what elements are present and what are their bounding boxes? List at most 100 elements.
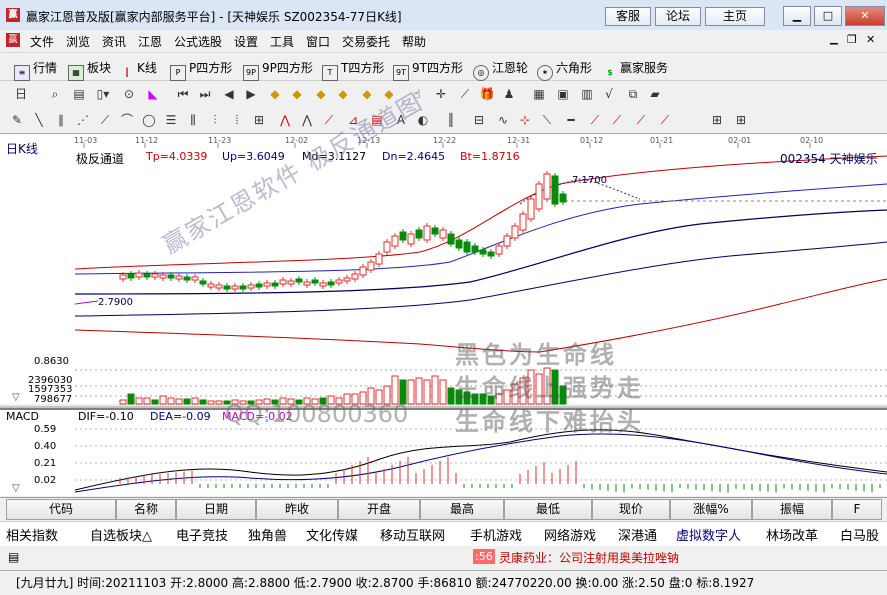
table-icon[interactable]: ⊟ [470,111,488,129]
fan-icon[interactable]: ⟋ [96,111,114,129]
func-p-square[interactable]: P P四方形 [170,59,232,81]
shift-left-icon[interactable]: ◆ [312,85,330,103]
layout-grid2-icon[interactable]: ⊞ [732,111,750,129]
save-icon[interactable]: ▥ [578,85,596,103]
ray-icon[interactable]: ╲ [30,111,48,129]
col-date[interactable]: 日期 [176,499,256,520]
sector-mobile-games[interactable]: 手机游戏 [470,525,522,544]
expand-icon[interactable]: ◆ [358,85,376,103]
menu-trade[interactable]: 交易委托 [342,33,390,50]
menu-news[interactable]: 资讯 [102,33,126,50]
network-icon[interactable]: ⧉ [624,85,642,103]
sector-unicorn[interactable]: 独角兽 [248,525,287,544]
minimize-button[interactable]: ▁ [783,6,811,26]
cross-lines-icon[interactable]: ⊹ [516,111,534,129]
menu-tools[interactable]: 工具 [270,33,294,50]
col-high[interactable]: 最高 [420,499,504,520]
sector-virtual-human[interactable]: 虚拟数字人 [676,525,741,544]
func-9p-square[interactable]: 9P 9P四方形 [243,59,313,81]
sector-online-games[interactable]: 网络游戏 [544,525,596,544]
grid-fan-icon[interactable]: ⋀ [298,111,316,129]
menu-formula[interactable]: 公式选股 [174,33,222,50]
parallel-icon[interactable]: ∥ [52,111,70,129]
mdi-minimize-button[interactable]: ▁ [830,34,838,45]
formula-icon[interactable]: √ [600,85,618,103]
hline-icon[interactable]: ━ [562,111,580,129]
pencil-icon[interactable]: ✎ [8,111,26,129]
gift-icon[interactable]: 🎁 [478,85,496,103]
func-hexagon[interactable]: ✶ 六角形 [537,59,592,81]
col-change[interactable]: 涨幅% [670,499,752,520]
col-low[interactable]: 最低 [504,499,592,520]
sector-forest-reform[interactable]: 林场改革 [766,525,818,544]
zoom-icon[interactable]: ⌕ [46,85,64,103]
menu-gann[interactable]: 江恩 [138,33,162,50]
trend2-icon[interactable]: ⟋ [608,111,626,129]
sector-custom[interactable]: 自选板块△ [90,525,152,544]
candle-select-icon[interactable]: ▯▾ [94,85,112,103]
func-9t-square[interactable]: 9T 9T四方形 [393,59,463,81]
col-open[interactable]: 开盘 [338,499,420,520]
sector-mobile-internet[interactable]: 移动互联网 [380,525,445,544]
calendar-icon[interactable]: ▦ [530,85,548,103]
func-t-square[interactable]: T T四方形 [322,59,384,81]
sector-esports[interactable]: 电子竞技 [176,525,228,544]
app-menu-icon[interactable]: 赢 [6,33,20,47]
line-draw-icon[interactable]: ⟋ [456,85,474,103]
menu-window[interactable]: 窗口 [306,33,330,50]
col-price[interactable]: 现价 [592,499,670,520]
trend3-icon[interactable]: ⟋ [632,111,650,129]
wave-icon[interactable]: ∿ [494,111,512,129]
col-more[interactable]: F [832,499,882,520]
keyboard-icon[interactable]: ▤ [8,550,19,564]
gann-fan-icon[interactable]: ⋀ [276,111,294,129]
period-lines-icon[interactable]: ⫼ [184,111,202,129]
next-icon[interactable]: ▶ [242,85,260,103]
last-icon[interactable]: ⏭ [196,85,214,103]
sector-sz-hk-connect[interactable]: 深港通 [618,525,657,544]
arrow-up-icon[interactable]: ◆ [266,85,284,103]
menu-file[interactable]: 文件 [30,33,54,50]
col-amplitude[interactable]: 振幅 [752,499,832,520]
mdi-close-button[interactable]: ✕ [866,33,875,46]
channel-icon[interactable]: ⋰ [74,111,92,129]
func-gann-wheel[interactable]: ◎ 江恩轮 [473,59,528,81]
ray-up-icon[interactable]: ⟍ [538,111,556,129]
homepage-button[interactable]: 主页 [705,7,765,26]
crosshair-icon[interactable]: ✛ [432,85,450,103]
maximize-button[interactable]: □ [814,6,842,26]
trend-icon[interactable]: ⟋ [586,111,604,129]
forum-button[interactable]: 论坛 [655,7,701,26]
arrow-down-icon[interactable]: ◆ [288,85,306,103]
circle-icon[interactable]: ◯ [140,111,158,129]
func-sectors[interactable]: ▦ 板块 [68,59,111,81]
fib-icon[interactable]: ☰ [162,111,180,129]
truck-icon[interactable]: ▰ [646,85,664,103]
col-prev-close[interactable]: 昨收 [256,499,338,520]
sector-media[interactable]: 文化传媒 [306,525,358,544]
mdi-restore-button[interactable]: ❐ [847,33,857,46]
people-icon[interactable]: ♟ [500,85,518,103]
menu-settings[interactable]: 设置 [234,33,258,50]
arc-icon[interactable]: ⌒ [118,111,136,129]
menu-help[interactable]: 帮助 [402,33,426,50]
bars-icon[interactable]: ║ [442,111,460,129]
close-button[interactable]: ✕ [845,6,885,26]
shift-right-icon[interactable]: ◆ [334,85,352,103]
box-icon[interactable]: ⊞ [250,111,268,129]
menu-browse[interactable]: 浏览 [66,33,90,50]
sector-related-index[interactable]: 相关指数 [6,525,58,544]
indicator-icon[interactable]: ⊙ [120,85,138,103]
customer-service-button[interactable]: 客服 [605,7,651,26]
col-name[interactable]: 名称 [116,499,176,520]
news-ticker[interactable]: 灵康药业：公司注射用奥美拉唑钠 [499,549,679,566]
gann-lines-icon[interactable]: ⫶ [206,111,224,129]
cycle-icon[interactable]: ⦙ [228,111,246,129]
chart-type-icon[interactable]: ▤ [70,85,88,103]
first-icon[interactable]: ⏮ [174,85,192,103]
color-icon[interactable]: ◣ [144,85,162,103]
calculator-icon[interactable]: ▣ [554,85,572,103]
sector-blue-chip[interactable]: 白马股 [840,525,879,544]
func-service[interactable]: $ 赢家服务 [603,59,668,80]
func-quotes[interactable]: ≡ 行情 [14,59,57,81]
